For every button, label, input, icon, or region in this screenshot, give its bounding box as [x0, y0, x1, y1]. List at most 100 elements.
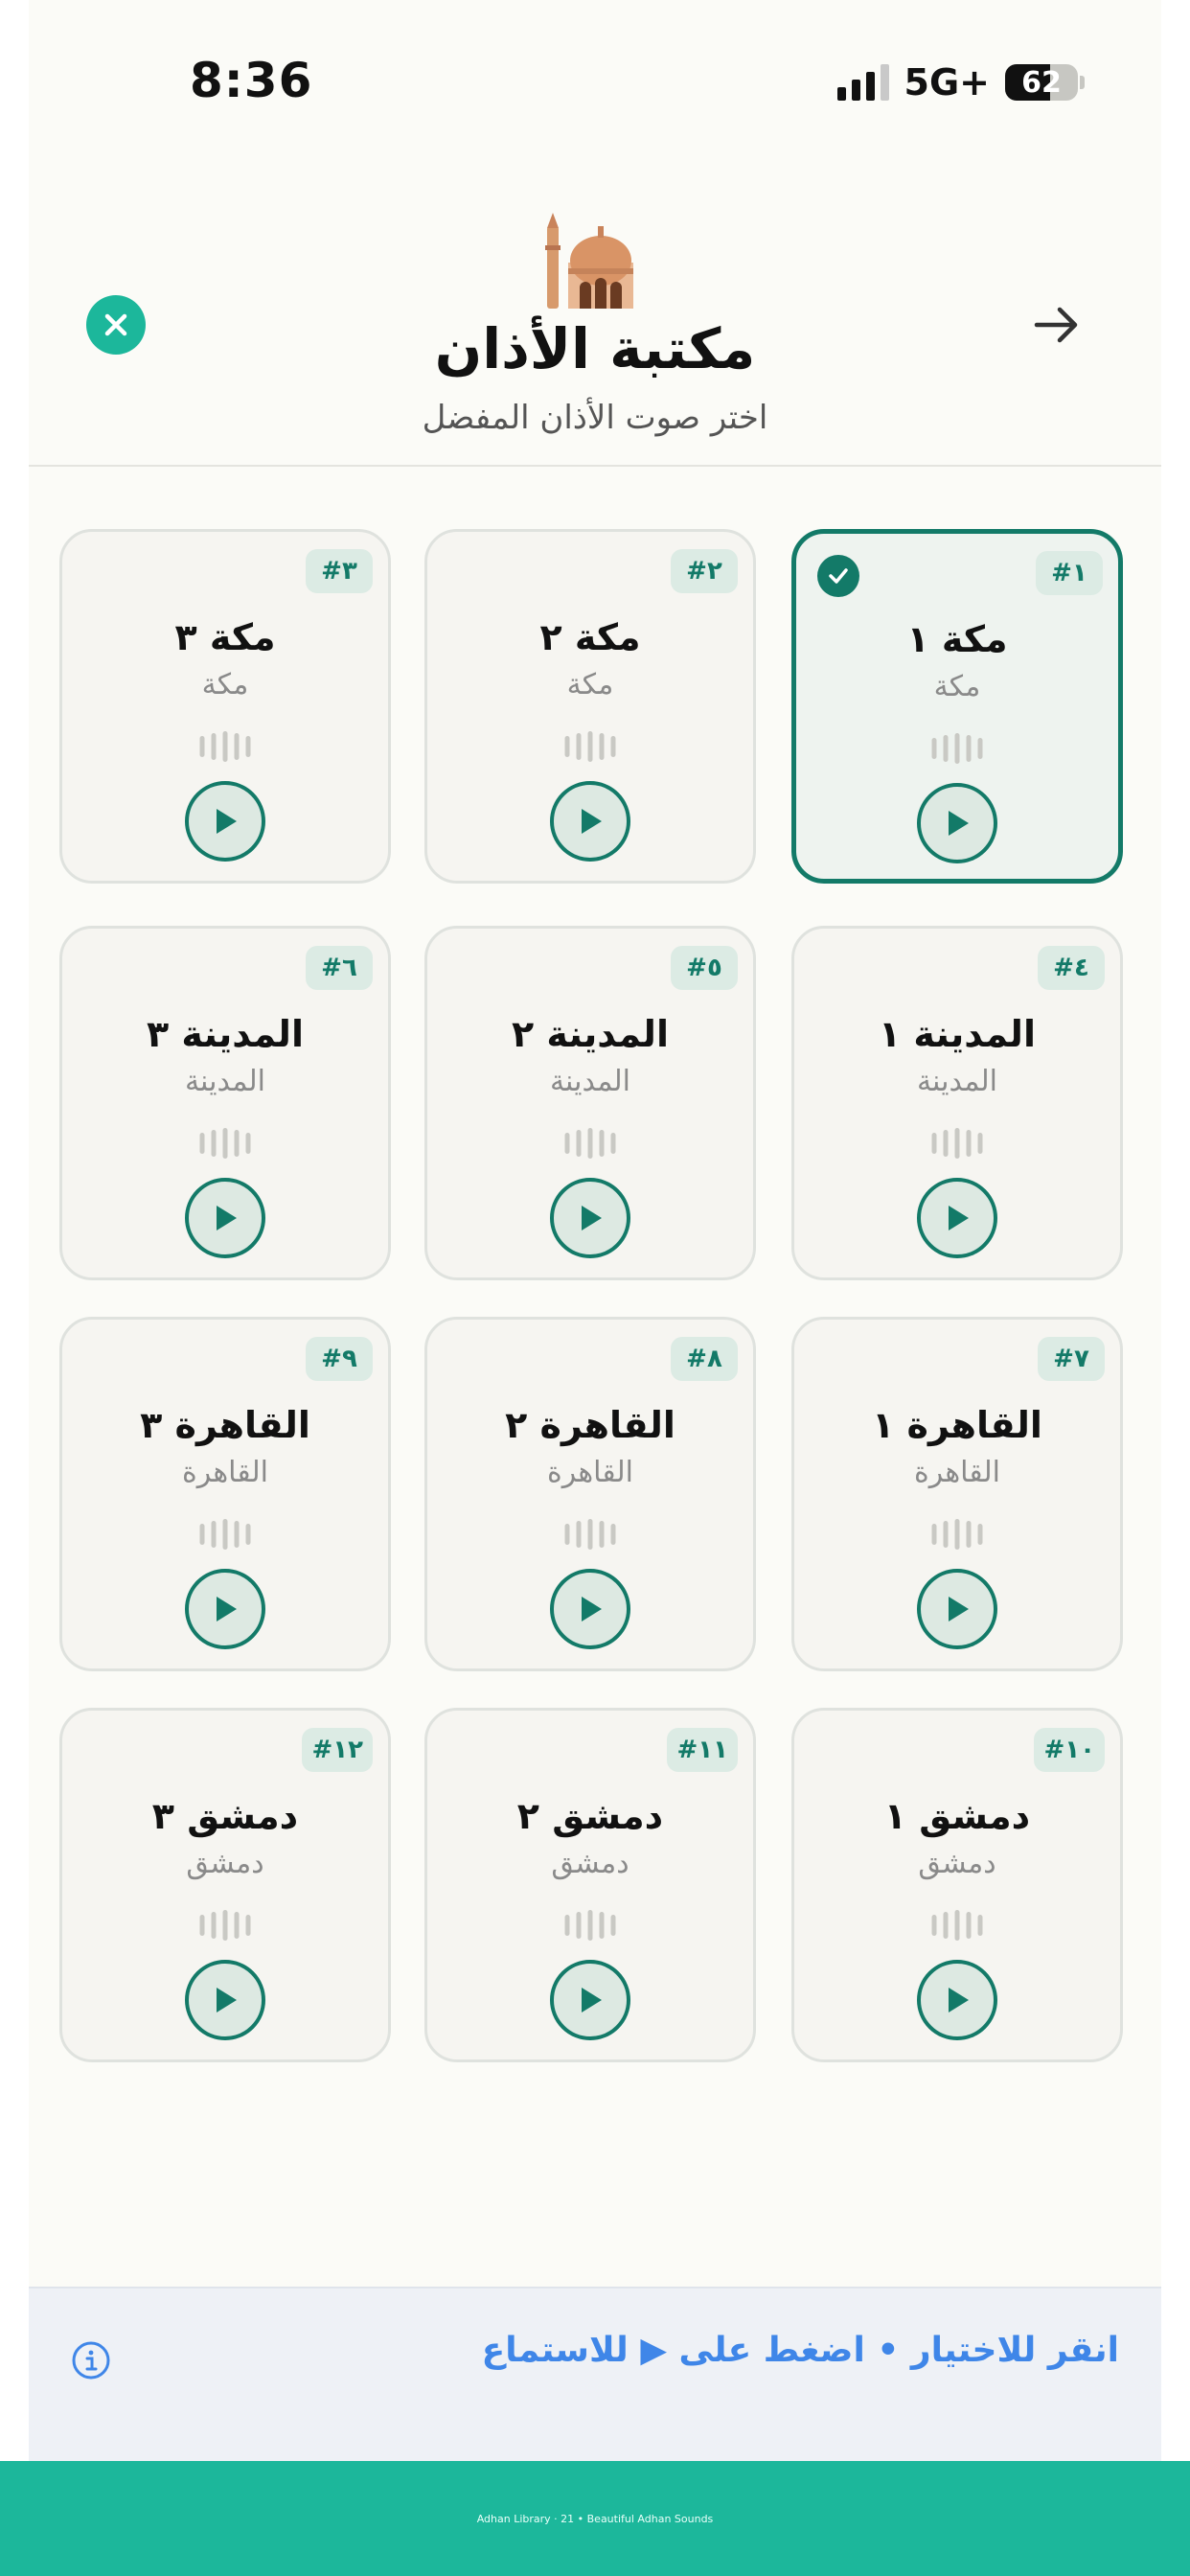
play-button[interactable]: [185, 781, 265, 862]
card-title: القاهرة ٣: [140, 1404, 310, 1446]
adhan-card[interactable]: #١٠ دمشق ١ دمشق: [791, 1708, 1123, 2062]
hint-bar: انقر للاختيار • اضغط على ▶ للاستماع: [29, 2287, 1161, 2461]
footer-text: Adhan Library · 21 • Beautiful Adhan Sou…: [476, 2512, 714, 2525]
divider: [29, 465, 1161, 467]
play-icon: [582, 1988, 602, 2012]
card-subtitle: دمشق: [918, 1847, 996, 1880]
adhan-card[interactable]: #٣ مكة ٣ مكة: [59, 529, 391, 884]
play-icon: [582, 809, 602, 834]
waveform-icon: [931, 1910, 983, 1941]
adhan-card[interactable]: #١١ دمشق ٢ دمشق: [424, 1708, 756, 2062]
adhan-card[interactable]: #٩ القاهرة ٣ القاهرة: [59, 1317, 391, 1671]
card-subtitle: مكة: [566, 668, 614, 702]
card-number-badge: #٢: [671, 549, 738, 593]
play-icon: [217, 809, 237, 834]
card-number-badge: #١٢: [302, 1728, 373, 1772]
card-number-badge: #٤: [1038, 946, 1105, 990]
info-icon[interactable]: [71, 2340, 111, 2380]
page-title: مكتبة الأذان: [434, 316, 756, 381]
play-icon: [949, 1988, 969, 2012]
card-number-badge: #٦: [306, 946, 373, 990]
adhan-card[interactable]: #٨ القاهرة ٢ القاهرة: [424, 1317, 756, 1671]
play-button[interactable]: [185, 1178, 265, 1258]
adhan-card[interactable]: #٦ المدينة ٣ المدينة: [59, 926, 391, 1280]
play-icon: [949, 1206, 969, 1230]
card-subtitle: القاهرة: [914, 1456, 1000, 1489]
card-number-badge: #٥: [671, 946, 738, 990]
play-icon: [949, 1597, 969, 1622]
status-time: 8:36: [190, 53, 313, 108]
play-icon: [949, 811, 969, 836]
card-title: دمشق ١: [883, 1795, 1031, 1837]
play-button[interactable]: [917, 783, 997, 863]
waveform-icon: [564, 1519, 616, 1550]
card-title: المدينة ١: [879, 1013, 1036, 1055]
adhan-card[interactable]: #٥ المدينة ٢ المدينة: [424, 926, 756, 1280]
adhan-card[interactable]: #١٢ دمشق ٣ دمشق: [59, 1708, 391, 2062]
card-subtitle: دمشق: [551, 1847, 629, 1880]
page-subtitle: اختر صوت الأذان المفضل: [422, 399, 768, 437]
hint-text: انقر للاختيار • اضغط على ▶ للاستماع: [481, 2331, 1119, 2370]
waveform-icon: [564, 1128, 616, 1159]
card-title: المدينة ٣: [147, 1013, 304, 1055]
card-title: القاهرة ٢: [505, 1404, 675, 1446]
play-button[interactable]: [550, 1178, 630, 1258]
card-title: دمشق ٣: [151, 1795, 299, 1837]
card-subtitle: المدينة: [916, 1065, 998, 1098]
card-subtitle: المدينة: [549, 1065, 631, 1098]
card-number-badge: #٧: [1038, 1337, 1105, 1381]
waveform-icon: [199, 1519, 251, 1550]
card-subtitle: المدينة: [184, 1065, 266, 1098]
waveform-icon: [931, 1128, 983, 1159]
card-subtitle: مكة: [201, 668, 249, 702]
signal-icon: [836, 64, 889, 101]
play-button[interactable]: [185, 1960, 265, 2040]
play-icon: [217, 1988, 237, 2012]
play-button[interactable]: [917, 1569, 997, 1649]
play-button[interactable]: [550, 1569, 630, 1649]
card-title: المدينة ٢: [512, 1013, 669, 1055]
battery-level: 62: [1021, 65, 1062, 100]
card-subtitle: مكة: [933, 670, 981, 703]
play-button[interactable]: [550, 1960, 630, 2040]
waveform-icon: [564, 1910, 616, 1941]
card-title: مكة ١: [906, 618, 1008, 660]
card-title: القاهرة ١: [872, 1404, 1042, 1446]
status-indicators: 5G+ 62: [836, 61, 1085, 104]
adhan-card[interactable]: #١ مكة ١ مكة: [791, 529, 1123, 884]
card-subtitle: القاهرة: [547, 1456, 633, 1489]
card-title: مكة ٢: [539, 616, 641, 658]
adhan-card[interactable]: #٤ المدينة ١ المدينة: [791, 926, 1123, 1280]
footer-bar: Adhan Library · 21 • Beautiful Adhan Sou…: [0, 2461, 1190, 2576]
play-icon: [582, 1597, 602, 1622]
card-title: مكة ٣: [174, 616, 276, 658]
adhan-card[interactable]: #٢ مكة ٢ مكة: [424, 529, 756, 884]
battery-icon: 62: [1005, 64, 1078, 101]
check-icon: [817, 555, 859, 597]
waveform-icon: [199, 1128, 251, 1159]
waveform-icon: [564, 731, 616, 762]
play-icon: [217, 1206, 237, 1230]
card-number-badge: #١١: [667, 1728, 738, 1772]
card-number-badge: #٨: [671, 1337, 738, 1381]
play-button[interactable]: [185, 1569, 265, 1649]
network-type: 5G+: [904, 61, 990, 104]
adhan-card[interactable]: #٧ القاهرة ١ القاهرة: [791, 1317, 1123, 1671]
play-button[interactable]: [917, 1960, 997, 2040]
play-icon: [582, 1206, 602, 1230]
play-button[interactable]: [550, 781, 630, 862]
play-button[interactable]: [917, 1178, 997, 1258]
app-screen: 8:36 5G+ 62 مكتبة الأذان اختر صوت الأذان…: [29, 0, 1161, 2461]
card-number-badge: #١: [1036, 551, 1103, 595]
card-number-badge: #٣: [306, 549, 373, 593]
play-icon: [217, 1597, 237, 1622]
card-number-badge: #٩: [306, 1337, 373, 1381]
waveform-icon: [931, 733, 983, 764]
waveform-icon: [199, 1910, 251, 1941]
mosque-icon: [545, 213, 633, 309]
waveform-icon: [931, 1519, 983, 1550]
card-subtitle: دمشق: [186, 1847, 264, 1880]
waveform-icon: [199, 731, 251, 762]
card-subtitle: القاهرة: [182, 1456, 268, 1489]
card-number-badge: #١٠: [1034, 1728, 1105, 1772]
